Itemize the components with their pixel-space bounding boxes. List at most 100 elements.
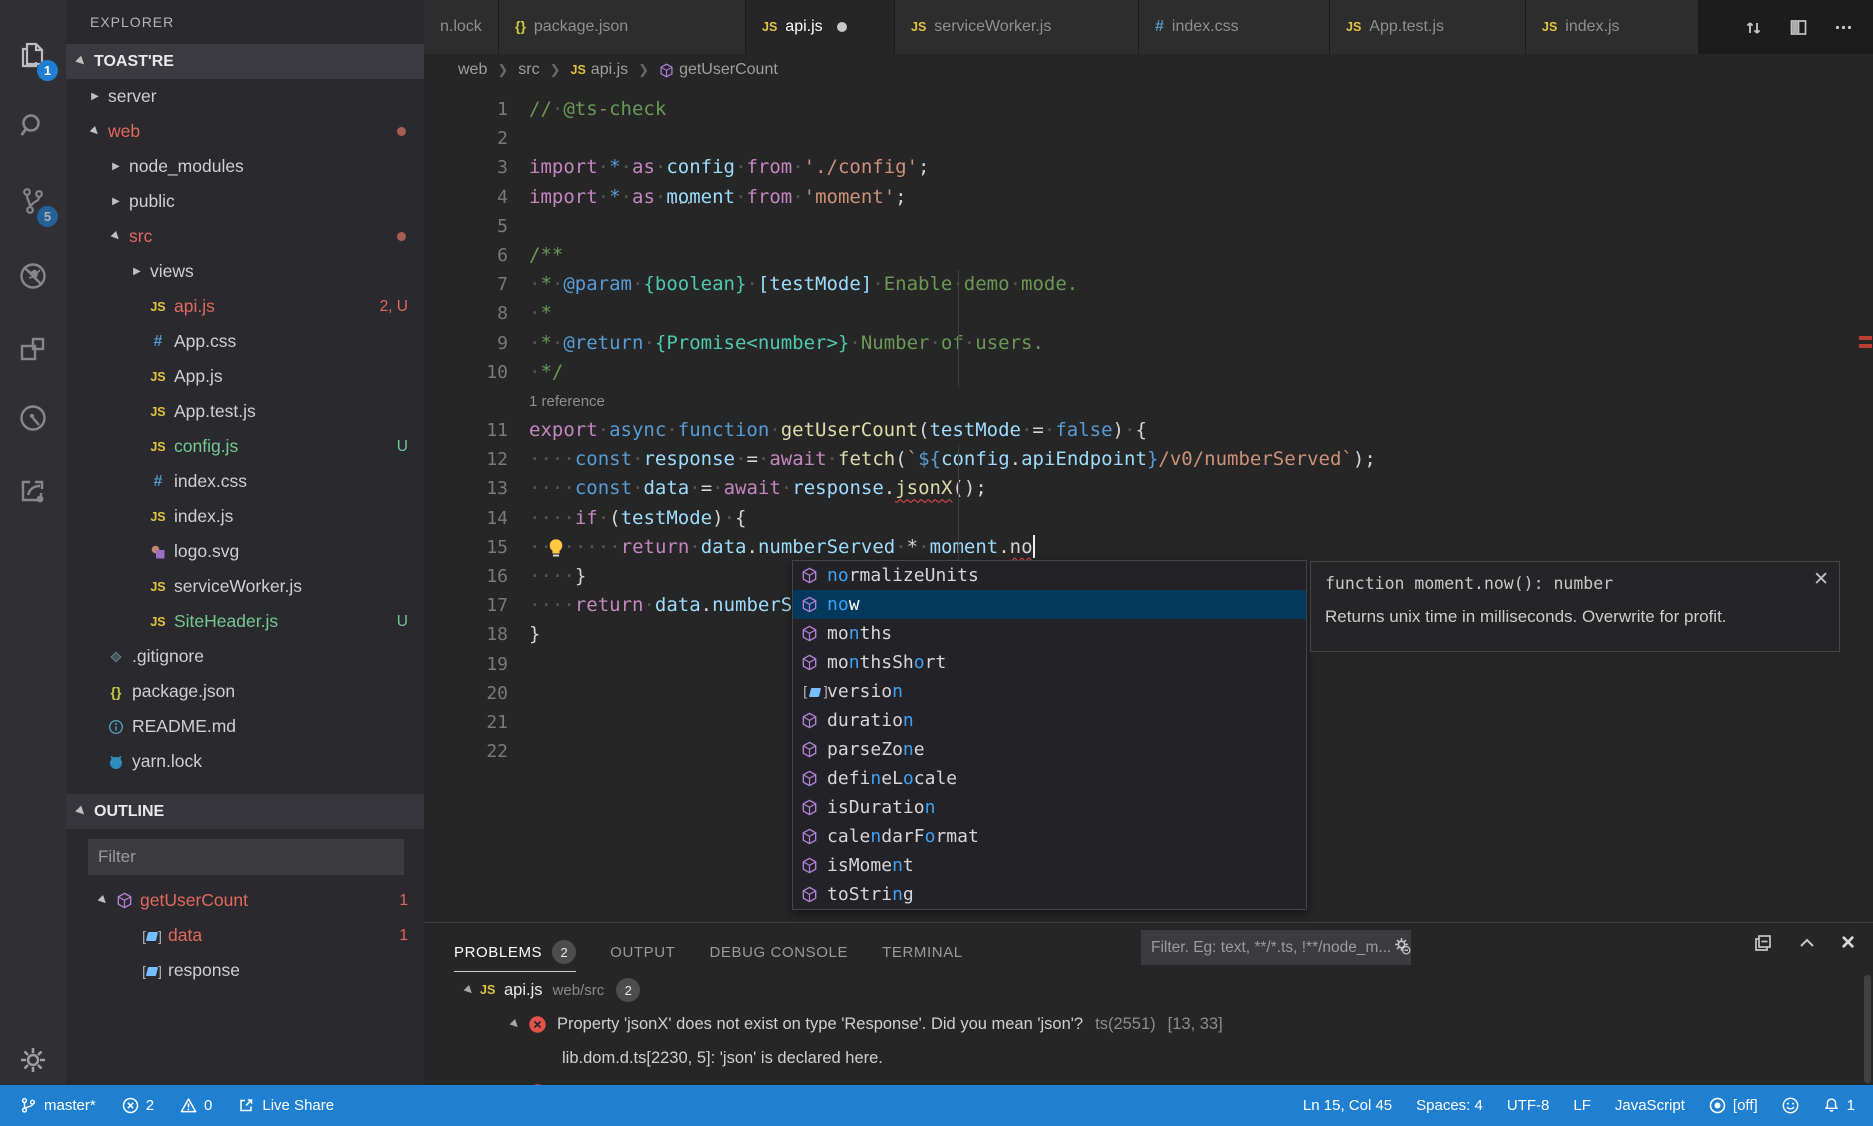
split-editor-button[interactable] <box>1789 18 1808 37</box>
outline-item-getUserCount[interactable]: ▶getUserCount1 <box>66 883 424 918</box>
tree-item-index.css[interactable]: #index.css <box>66 464 424 499</box>
status-item-lf[interactable]: LF <box>1573 1097 1591 1114</box>
code-line-13[interactable]: 13····const·data·=·await·response.jsonX(… <box>424 474 1873 503</box>
tree-item-package.json[interactable]: {}package.json <box>66 674 424 709</box>
code-line-12[interactable]: 12····const·response·=·await·fetch(`${co… <box>424 445 1873 474</box>
code-line-2[interactable]: 2 <box>424 124 1873 153</box>
problem-error-row[interactable]: ▶Property 'no' does not exist on type 't… <box>424 1075 1873 1085</box>
tab-n.lock[interactable]: n.lock <box>424 0 498 54</box>
status-item-ln-15-col-45[interactable]: Ln 15, Col 45 <box>1303 1097 1392 1114</box>
status-item--off-[interactable]: [off] <box>1709 1097 1758 1114</box>
suggest-item-toString[interactable]: toString <box>793 880 1306 909</box>
activity-item-extensions[interactable] <box>0 322 66 378</box>
tab-package.json[interactable]: {}package.json <box>499 0 745 54</box>
status-item-smiley[interactable] <box>1782 1097 1799 1114</box>
panel-tab-PROBLEMS[interactable]: PROBLEMS2 <box>454 923 576 964</box>
suggest-item-parseZone[interactable]: parseZone <box>793 735 1306 764</box>
panel-scrollbar[interactable] <box>1864 975 1871 1083</box>
tab-index.js[interactable]: JSindex.js <box>1526 0 1698 54</box>
breadcrumb-item-getUserCount[interactable]: getUserCount <box>659 61 778 79</box>
tab-api.js[interactable]: JSapi.js <box>746 0 894 54</box>
tree-item-App.css[interactable]: #App.css <box>66 324 424 359</box>
tree-item-serviceWorker.js[interactable]: JSserviceWorker.js <box>66 569 424 604</box>
code-line-15[interactable]: 15········return·data.numberServed·*·mom… <box>424 533 1873 562</box>
tab-index.css[interactable]: #index.css <box>1139 0 1329 54</box>
tree-item-views[interactable]: ▶views <box>66 254 424 289</box>
activity-item-share[interactable] <box>0 462 66 518</box>
status-item-live-share[interactable]: Live Share <box>238 1097 334 1114</box>
code-line-5[interactable]: 5 <box>424 212 1873 241</box>
problem-file-row[interactable]: ▶JSapi.jsweb/src2 <box>424 973 1873 1007</box>
close-panel-button[interactable]: × <box>1841 933 1855 953</box>
project-section-header[interactable]: ▶ TOAST'RE <box>66 44 424 79</box>
tree-item-public[interactable]: ▶public <box>66 184 424 219</box>
dirty-dot-icon[interactable] <box>837 22 847 32</box>
outline-filter-input[interactable] <box>88 839 404 875</box>
tree-item-api.js[interactable]: JSapi.js2, U <box>66 289 424 324</box>
tree-item-yarn.lock[interactable]: yarn.lock <box>66 744 424 779</box>
code-line-4[interactable]: 4import·*·as·moment·from·'moment'; <box>424 183 1873 212</box>
status-item-master-[interactable]: master* <box>20 1097 96 1114</box>
tree-item-logo.svg[interactable]: logo.svg <box>66 534 424 569</box>
code-line-7[interactable]: 7·*·@param·{boolean}·[testMode]·Enable·d… <box>424 270 1873 299</box>
activity-item-source-control[interactable]: 5 <box>0 173 66 229</box>
more-actions-button[interactable] <box>1834 18 1853 37</box>
code-line-11[interactable]: 11export·async·function·getUserCount(tes… <box>424 416 1873 445</box>
collapse-all-button[interactable] <box>1753 933 1773 953</box>
tree-item-SiteHeader.js[interactable]: JSSiteHeader.jsU <box>66 604 424 639</box>
code-line-9[interactable]: 9·*·@return·{Promise<number>}·Number·of·… <box>424 329 1873 358</box>
outline-section-header[interactable]: ▶ OUTLINE <box>66 794 424 829</box>
status-item-0[interactable]: 0 <box>180 1097 212 1114</box>
problems-filter-input[interactable] <box>1141 939 1392 957</box>
problem-error-row[interactable]: ▶Property 'jsonX' does not exist on type… <box>424 1007 1873 1041</box>
panel-tab-TERMINAL[interactable]: TERMINAL <box>882 927 963 961</box>
suggest-item-calendarFormat[interactable]: calendarFormat <box>793 822 1306 851</box>
maximize-panel-button[interactable] <box>1797 933 1817 953</box>
outline-item-response[interactable]: []response <box>66 953 424 988</box>
breadcrumb-item-web[interactable]: web <box>458 61 487 79</box>
tree-item-App.test.js[interactable]: JSApp.test.js <box>66 394 424 429</box>
suggest-item-isDuration[interactable]: isDuration <box>793 793 1306 822</box>
manage-gear-button[interactable] <box>0 1032 66 1088</box>
code-line-10[interactable]: 10·*/ <box>424 358 1873 387</box>
status-item-utf-8[interactable]: UTF-8 <box>1507 1097 1550 1114</box>
compare-changes-button[interactable] <box>1744 18 1763 37</box>
tree-item-config.js[interactable]: JSconfig.jsU <box>66 429 424 464</box>
tab-serviceWorker.js[interactable]: JSserviceWorker.js <box>895 0 1138 54</box>
codelens-references[interactable]: 1 reference <box>424 387 1873 416</box>
code-line-8[interactable]: 8·* <box>424 299 1873 328</box>
suggest-item-version[interactable]: []version <box>793 677 1306 706</box>
suggest-item-monthsShort[interactable]: monthsShort <box>793 648 1306 677</box>
status-item-2[interactable]: 2 <box>122 1097 154 1114</box>
suggest-item-isMoment[interactable]: isMoment <box>793 851 1306 880</box>
status-item-1[interactable]: 1 <box>1823 1097 1855 1114</box>
close-icon[interactable]: ✕ <box>1813 568 1829 591</box>
lightbulb-icon[interactable] <box>545 537 567 564</box>
status-item-javascript[interactable]: JavaScript <box>1615 1097 1685 1114</box>
breadcrumb-item-api.js[interactable]: JSapi.js <box>571 61 629 79</box>
code-line-1[interactable]: 1//·@ts-check <box>424 95 1873 124</box>
tree-item-README.md[interactable]: README.md <box>66 709 424 744</box>
code-line-6[interactable]: 6/** <box>424 241 1873 270</box>
tree-item-App.js[interactable]: JSApp.js <box>66 359 424 394</box>
activity-item-live-share[interactable] <box>0 390 66 446</box>
suggest-item-now[interactable]: now <box>793 590 1306 619</box>
tree-item-.gitignore[interactable]: .gitignore <box>66 639 424 674</box>
breadcrumb-item-src[interactable]: src <box>518 61 539 79</box>
tree-item-node_modules[interactable]: ▶node_modules <box>66 149 424 184</box>
tree-item-web[interactable]: ▶web <box>66 114 424 149</box>
tab-App.test.js[interactable]: JSApp.test.js <box>1330 0 1525 54</box>
activity-item-search[interactable] <box>0 98 66 154</box>
status-item-spaces-4[interactable]: Spaces: 4 <box>1416 1097 1483 1114</box>
suggest-item-duration[interactable]: duration <box>793 706 1306 735</box>
tree-item-src[interactable]: ▶src <box>66 219 424 254</box>
activity-item-debug[interactable] <box>0 248 66 304</box>
activity-item-explorer[interactable]: 1 <box>0 27 66 83</box>
problem-related-row[interactable]: lib.dom.d.ts[2230, 5]: 'json' is declare… <box>424 1041 1873 1075</box>
close-icon[interactable]: × <box>1841 933 1855 953</box>
outline-item-data[interactable]: []data1 <box>66 918 424 953</box>
code-line-3[interactable]: 3import·*·as·config·from·'./config'; <box>424 153 1873 182</box>
suggest-item-normalizeUnits[interactable]: normalizeUnits <box>793 561 1306 590</box>
tree-item-index.js[interactable]: JSindex.js <box>66 499 424 534</box>
filter-gear-icon[interactable] <box>1392 936 1411 960</box>
